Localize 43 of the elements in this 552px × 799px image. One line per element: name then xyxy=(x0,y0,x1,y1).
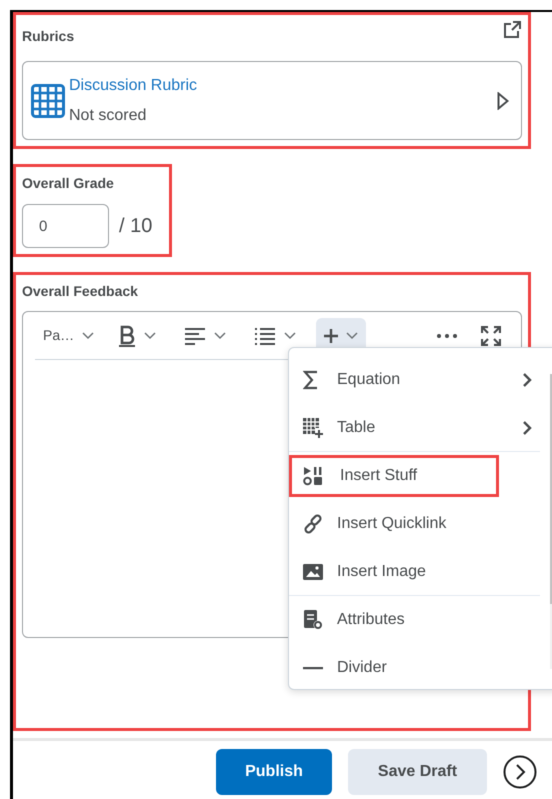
menu-label: Insert Image xyxy=(336,562,427,582)
horizontal-line-icon xyxy=(303,666,323,670)
media-icon xyxy=(303,466,323,486)
grade-input[interactable]: 0 xyxy=(22,204,109,248)
field-label: Overall Grade xyxy=(22,174,115,193)
menu-label: Table xyxy=(336,418,376,438)
chevron-down-icon xyxy=(284,332,296,340)
field-label: Overall Feedback xyxy=(22,282,139,301)
link-icon xyxy=(303,514,323,534)
document-gear-icon xyxy=(303,610,323,630)
rubric-link[interactable]: Discussion Rubric xyxy=(69,74,198,96)
chevron-right-circle-icon[interactable] xyxy=(503,755,537,789)
menu-label: Insert Stuff xyxy=(289,454,499,496)
fullscreen-icon xyxy=(481,326,501,346)
max-score: / 10 xyxy=(119,214,152,239)
align-left-icon xyxy=(184,326,206,344)
rubric-card[interactable]: Discussion Rubric Not scored xyxy=(22,61,522,140)
chevron-down-icon xyxy=(82,332,94,340)
chevron-down-icon xyxy=(346,332,358,340)
menu-label: Divider xyxy=(336,658,388,678)
paragraph-format-dropdown[interactable]: Pa… xyxy=(35,318,102,354)
menu-item[interactable]: Insert Image xyxy=(289,548,540,596)
bold-icon xyxy=(118,324,136,346)
plus-icon xyxy=(324,328,338,342)
menu-label: Equation xyxy=(336,370,402,390)
section-title: Rubrics xyxy=(22,27,74,46)
menu-label: Attributes xyxy=(336,610,406,630)
publish-button[interactable]: Publish xyxy=(216,749,332,795)
score-status: Not scored xyxy=(69,106,146,126)
pop-out-icon[interactable] xyxy=(503,21,521,39)
sigma-icon xyxy=(303,370,319,390)
chevron-down-icon xyxy=(214,332,226,340)
grid-icon xyxy=(31,84,65,118)
menu-item[interactable]: Divider xyxy=(289,644,540,692)
menu-label: Insert Quicklink xyxy=(336,514,448,534)
table-plus-icon xyxy=(303,418,323,438)
save-draft-button[interactable]: Save Draft xyxy=(348,749,487,795)
more-icon xyxy=(437,334,457,338)
play-triangle-icon xyxy=(497,92,509,110)
bulleted-list-icon xyxy=(254,326,276,344)
menu-item[interactable]: Table xyxy=(289,404,540,452)
chevron-down-icon xyxy=(144,332,156,340)
image-icon xyxy=(303,562,323,580)
